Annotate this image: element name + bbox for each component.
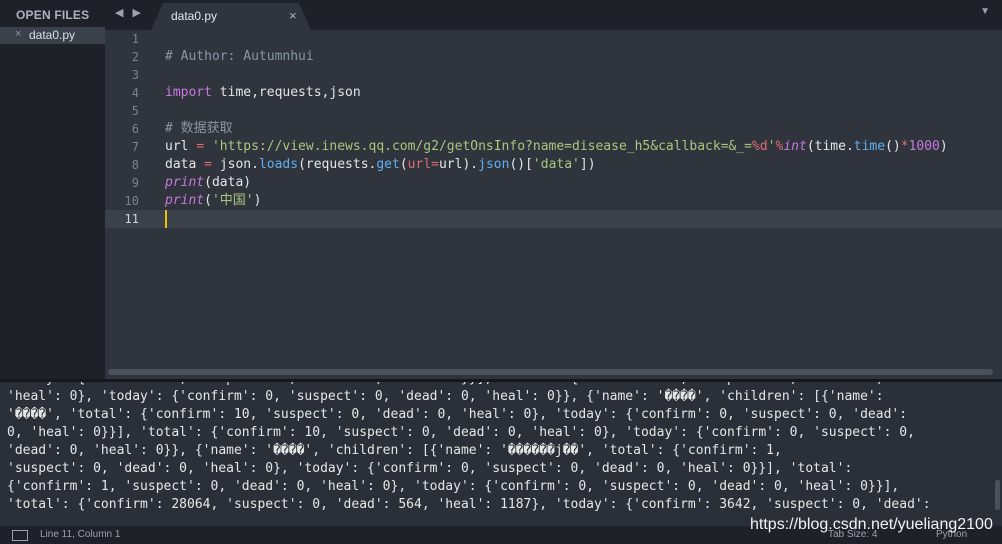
watermark-text: https://blog.csdn.net/yueliang2100: [750, 516, 993, 533]
code-line: # 数据获取: [165, 120, 233, 138]
line-number: 2: [131, 50, 139, 64]
code-token: loads: [258, 157, 299, 172]
code-line: data = json.loads(requests.get(url=url).…: [165, 156, 596, 174]
open-files-header: OPEN FILES: [16, 8, 90, 22]
line-number-gutter: 1 2 3 4 5 6 7 8 9 10 11: [105, 30, 147, 379]
code-token: json: [478, 157, 510, 172]
line-number: 11: [124, 212, 139, 226]
code-line: print(data): [165, 174, 251, 192]
code-token: (): [885, 139, 901, 154]
code-token: json.: [211, 157, 259, 172]
code-token: time: [853, 139, 886, 154]
sidebar: OPEN FILES × data0.py: [0, 0, 105, 379]
code-editor[interactable]: 1 2 3 4 5 6 7 8 9 10 11 # Author: Autumnhui import …: [105, 30, 1002, 379]
console-line: '����', 'total': {'confirm': 10, 'suspec…: [7, 407, 908, 422]
code-token: print: [165, 175, 205, 190]
code-token: 1000: [908, 139, 940, 154]
console-line: 'total': {'confirm': 28064, 'suspect': 0…: [7, 497, 931, 512]
line-number: 5: [131, 104, 139, 118]
line-number: 1: [131, 32, 139, 46]
code-token: =: [204, 157, 212, 172]
code-token: =: [196, 139, 205, 154]
code-token: (: [399, 157, 408, 172]
code-line: print('中国'): [165, 192, 261, 210]
console-line: 'heal': 0}, 'today': {'confirm': 0, 'sus…: [7, 389, 884, 404]
code-token: (requests.: [298, 157, 377, 172]
tab-dropdown-icon[interactable]: ▼: [980, 6, 990, 17]
console-scrollbar[interactable]: [995, 480, 1000, 510]
tab-nav-arrows-icon[interactable]: ◀ ▶: [115, 6, 144, 19]
code-token: '中国': [211, 193, 254, 208]
horizontal-scrollbar[interactable]: [108, 369, 993, 375]
console-output-text: 'today': {'confirm': 0, 'suspect': 0, 'd…: [7, 382, 992, 514]
code-token: print: [165, 193, 205, 208]
code-line: # Author: Autumnhui: [165, 48, 314, 66]
sidebar-file-label: data0.py: [29, 28, 76, 42]
console-line: 'today': {'confirm': 0, 'suspect': 0, 'd…: [7, 382, 884, 386]
code-token: =: [431, 157, 439, 172]
console-line: {'confirm': 1, 'suspect': 0, 'dead': 0, …: [7, 479, 900, 494]
close-file-icon[interactable]: ×: [15, 28, 21, 40]
code-token: 'data': [532, 157, 580, 172]
console-toggle-icon[interactable]: [12, 530, 28, 541]
line-number: 10: [124, 194, 139, 208]
console-line: 'suspect': 0, 'dead': 0, 'heal': 0}, 'to…: [7, 461, 853, 476]
line-number: 6: [131, 122, 139, 136]
console-line: 0, 'heal': 0}}], 'total': {'confirm': 10…: [7, 425, 915, 440]
code-line: url = 'https://view.inews.qq.com/g2/getO…: [165, 138, 948, 156]
tab-data0-py[interactable]: data0.py ×: [151, 3, 311, 30]
code-token: ()[: [509, 157, 533, 172]
code-token: url: [407, 157, 432, 172]
code-token: 'https://view.inews.qq.com/g2/getOnsInfo…: [211, 139, 753, 154]
code-token: (data): [204, 175, 252, 190]
code-token: time,requests,json: [211, 85, 361, 100]
line-number: 9: [131, 176, 139, 190]
console-line: 'dead': 0, 'heal': 0}}, {'name': '����',…: [7, 443, 782, 458]
code-token: url: [165, 139, 197, 154]
line-number: 3: [131, 68, 139, 82]
code-token: (time.: [806, 139, 854, 154]
tab-label: data0.py: [171, 9, 218, 23]
close-tab-icon[interactable]: ×: [289, 8, 297, 23]
code-token: url).: [438, 157, 479, 172]
code-token: (: [204, 193, 212, 208]
code-token: ]): [579, 157, 596, 172]
line-number: 4: [131, 86, 139, 100]
code-token: get: [376, 157, 400, 172]
code-token: int: [783, 139, 807, 154]
code-token: *: [900, 139, 909, 154]
text-cursor: [165, 210, 167, 228]
code-token: ': [767, 139, 776, 154]
code-token: import: [165, 85, 212, 100]
code-token: ): [253, 193, 262, 208]
code-token: ): [939, 139, 948, 154]
code-token: # 数据获取: [165, 121, 233, 136]
code-line: import time,requests,json: [165, 84, 361, 102]
code-token: data: [165, 157, 205, 172]
cursor-position: Line 11, Column 1: [40, 529, 121, 540]
line-number: 7: [131, 140, 139, 154]
code-token: %d: [752, 139, 768, 154]
active-line-highlight: [105, 210, 1002, 228]
output-console[interactable]: 'today': {'confirm': 0, 'suspect': 0, 'd…: [0, 382, 1002, 520]
line-number: 8: [131, 158, 139, 172]
tab-bar: ◀ ▶ data0.py × ▼: [105, 0, 1002, 30]
sidebar-file-item[interactable]: × data0.py: [0, 27, 105, 44]
code-token: # Author: Autumnhui: [165, 49, 314, 64]
